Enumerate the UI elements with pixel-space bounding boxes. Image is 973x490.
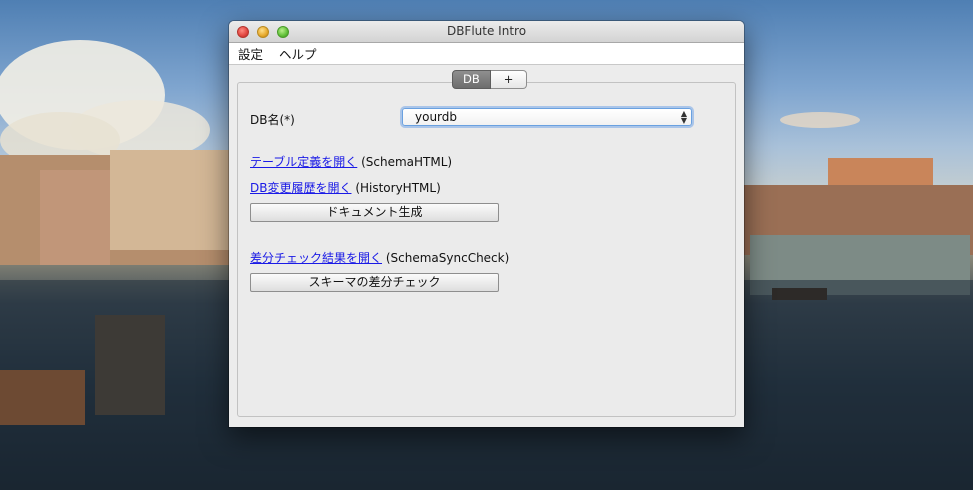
up-down-chevron-icon: ▲ ▼ [680, 109, 687, 125]
menu-help[interactable]: ヘルプ [279, 44, 317, 63]
db-name-label: DB名(*) [250, 113, 295, 127]
boat-shape [772, 288, 827, 300]
cloud-shape [780, 112, 860, 128]
db-select[interactable]: yourdb ▲ ▼ [402, 108, 692, 126]
db-tab-panel: DB名(*) yourdb ▲ ▼ テーブル定義を開く (SchemaHTML) … [237, 82, 736, 417]
history-html-suffix: (HistoryHTML) [355, 181, 441, 195]
schema-sync-row: 差分チェック結果を開く (SchemaSyncCheck) [250, 249, 509, 266]
window-title: DBFlute Intro [446, 24, 527, 38]
title-bar[interactable]: DBFlute Intro [229, 21, 744, 43]
dock-shape [95, 315, 165, 415]
open-history-html-link[interactable]: DB変更履歴を開く [250, 181, 351, 195]
schema-sync-check-button[interactable]: スキーマの差分チェック [250, 273, 499, 292]
db-select-value: yourdb [415, 110, 458, 124]
boat-shape [0, 370, 85, 425]
open-schema-html-link[interactable]: テーブル定義を開く [250, 155, 357, 169]
schema-html-suffix: (SchemaHTML) [361, 155, 453, 169]
add-tab-button[interactable]: + [490, 70, 528, 89]
schema-sync-suffix: (SchemaSyncCheck) [385, 251, 510, 265]
building-shape [40, 170, 110, 265]
history-html-row: DB変更履歴を開く (HistoryHTML) [250, 179, 441, 196]
menu-bar: 設定 ヘルプ [229, 43, 744, 65]
building-shape [110, 150, 230, 250]
generate-docs-button[interactable]: ドキュメント生成 [250, 203, 499, 222]
tab-db[interactable]: DB [452, 70, 491, 89]
app-window: DBFlute Intro 設定 ヘルプ DB + DB名(*) yourdb … [229, 21, 744, 427]
tab-bar: DB + [452, 70, 528, 89]
open-schema-sync-link[interactable]: 差分チェック結果を開く [250, 251, 382, 265]
menu-settings[interactable]: 設定 [238, 44, 263, 63]
schema-html-row: テーブル定義を開く (SchemaHTML) [250, 153, 452, 170]
